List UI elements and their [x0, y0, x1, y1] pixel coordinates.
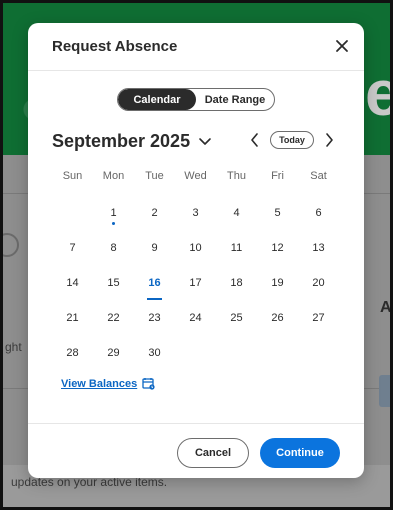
calendar-day[interactable]: 26: [257, 306, 298, 330]
chevron-down-icon: [199, 138, 211, 145]
event-dot-icon: [112, 222, 115, 225]
calendar-day[interactable]: 20: [298, 271, 339, 295]
toggle-date-range[interactable]: Date Range: [196, 89, 274, 110]
chevron-right-icon[interactable]: [322, 131, 336, 149]
chevron-left-icon[interactable]: [248, 131, 262, 149]
calendar-balance-icon: [142, 378, 155, 390]
cancel-button[interactable]: Cancel: [177, 438, 249, 468]
calendar-day[interactable]: 8: [93, 236, 134, 260]
calendar-day[interactable]: 2: [134, 201, 175, 225]
request-absence-dialog: Request Absence Calendar Date Range Sept…: [28, 23, 364, 478]
calendar-day[interactable]: 27: [298, 306, 339, 330]
calendar-day[interactable]: 13: [298, 236, 339, 260]
calendar-day[interactable]: 25: [216, 306, 257, 330]
background-text: ght: [5, 340, 22, 354]
calendar-day[interactable]: 18: [216, 271, 257, 295]
toggle-calendar[interactable]: Calendar: [118, 89, 196, 110]
dialog-title: Request Absence: [52, 38, 178, 55]
calendar-day[interactable]: 30: [134, 341, 175, 365]
calendar-day[interactable]: 15: [93, 271, 134, 295]
view-mode-toggle: Calendar Date Range: [117, 88, 275, 111]
calendar-day[interactable]: 11: [216, 236, 257, 260]
weekday-header: Sat: [310, 170, 327, 182]
weekday-header: Wed: [184, 170, 207, 182]
calendar-day[interactable]: 28: [52, 341, 93, 365]
weekday-header: Sun: [62, 170, 83, 182]
calendar-day[interactable]: 9: [134, 236, 175, 260]
calendar-day[interactable]: 10: [175, 236, 216, 260]
calendar-day[interactable]: 5: [257, 201, 298, 225]
weekday-header: Thu: [227, 170, 246, 182]
continue-button[interactable]: Continue: [260, 438, 340, 468]
calendar-day[interactable]: 4: [216, 201, 257, 225]
weekday-header: Fri: [271, 170, 284, 182]
view-balances-label: View Balances: [61, 377, 138, 390]
background-text: A: [380, 299, 390, 317]
calendar-day[interactable]: 21: [52, 306, 93, 330]
calendar-day[interactable]: 19: [257, 271, 298, 295]
calendar-day[interactable]: 6: [298, 201, 339, 225]
weekday-header: Tue: [145, 170, 164, 182]
dialog-footer: Cancel Continue: [28, 423, 364, 478]
calendar-day[interactable]: 17: [175, 271, 216, 295]
close-icon[interactable]: [334, 38, 350, 54]
calendar-day[interactable]: 22: [93, 306, 134, 330]
calendar-day[interactable]: 3: [175, 201, 216, 225]
calendar-day[interactable]: 29: [93, 341, 134, 365]
background-partial-letter: e: [365, 61, 390, 125]
calendar-day[interactable]: 7: [52, 236, 93, 260]
calendar-day[interactable]: 1: [93, 201, 134, 225]
calendar-day[interactable]: 23: [134, 306, 175, 330]
view-balances-link[interactable]: View Balances: [61, 377, 155, 390]
month-selector[interactable]: September 2025: [52, 128, 212, 154]
calendar-day[interactable]: 14: [52, 271, 93, 295]
calendar-day-today[interactable]: 16: [134, 271, 175, 300]
month-label: September 2025: [52, 130, 191, 151]
calendar-day[interactable]: 24: [175, 306, 216, 330]
dialog-header: Request Absence: [28, 23, 364, 71]
weekday-header: Mon: [102, 170, 125, 182]
background-box: [379, 375, 390, 407]
calendar-day[interactable]: 12: [257, 236, 298, 260]
today-button[interactable]: Today: [270, 131, 314, 149]
screenshot-frame: e ght A updates on your active items. Re…: [0, 0, 393, 510]
